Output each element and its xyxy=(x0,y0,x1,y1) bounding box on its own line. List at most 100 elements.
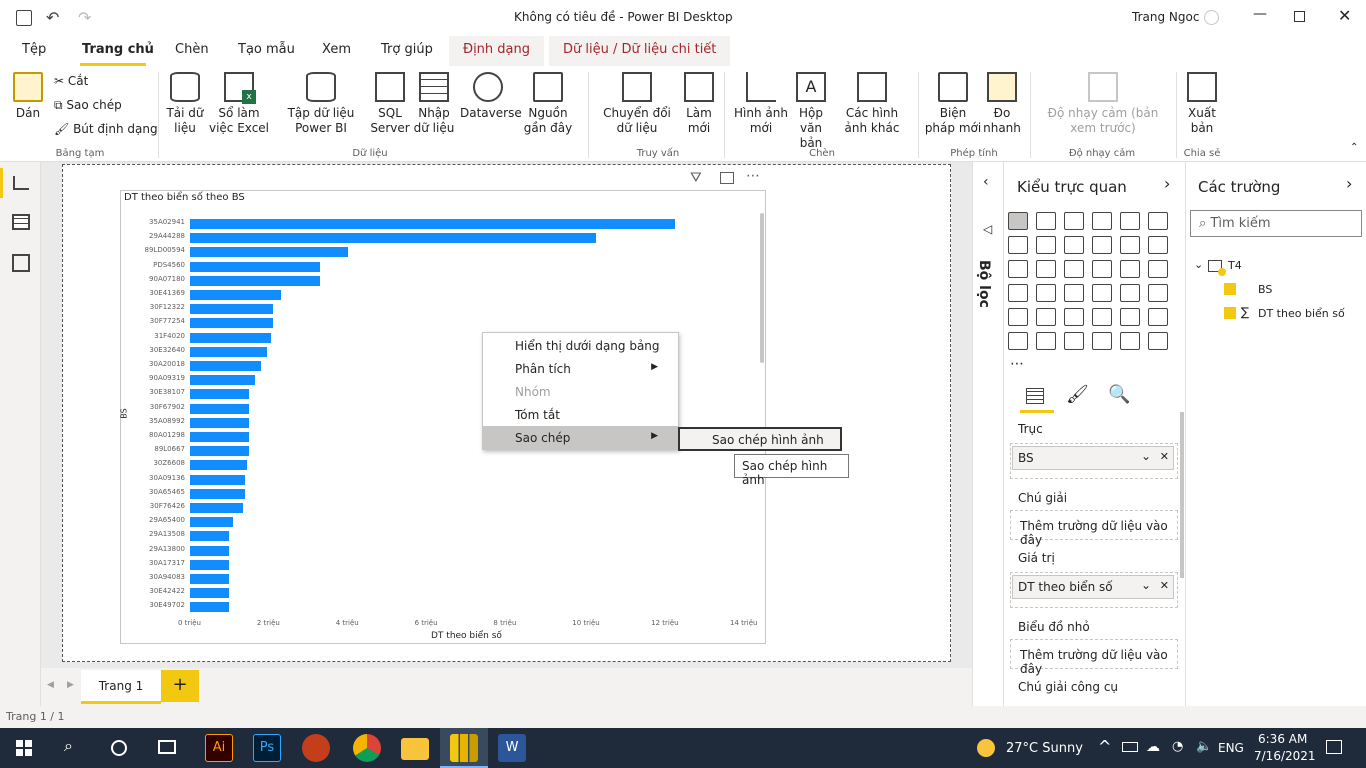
file-explorer-icon[interactable] xyxy=(401,738,429,760)
bar[interactable] xyxy=(190,446,250,457)
user-avatar[interactable] xyxy=(1204,10,1219,25)
clustered-bar-visual-icon[interactable] xyxy=(1064,212,1084,230)
illustrator-icon[interactable]: Ai xyxy=(205,734,233,762)
scroll-left-icon[interactable]: ◀ xyxy=(47,680,54,690)
focus-mode-icon[interactable] xyxy=(720,172,734,184)
new-visual-button[interactable]: Hình ảnh mới xyxy=(734,72,788,136)
line-clustered-visual-icon[interactable] xyxy=(1120,236,1140,254)
bar[interactable] xyxy=(190,304,273,315)
recent-sources-button[interactable]: Nguồn gần đây xyxy=(516,72,580,136)
bar[interactable] xyxy=(190,346,267,357)
publish-button[interactable]: Xuất bản xyxy=(1184,72,1220,136)
format-paint-roller-icon[interactable]: 🖌 xyxy=(1066,384,1089,405)
analytics-magnifier-icon[interactable]: 🔍 xyxy=(1108,384,1130,405)
bar[interactable] xyxy=(190,233,597,244)
more-options-icon[interactable]: ⋯ xyxy=(746,168,760,184)
text-box-button[interactable]: A Hộp văn bản xyxy=(788,72,834,151)
transform-data-button[interactable]: Chuyển đổi dữ liệu xyxy=(594,72,680,136)
key-influencers-visual-icon[interactable] xyxy=(1148,308,1168,326)
menu-item-summarize[interactable]: Tóm tắt xyxy=(483,403,678,426)
powerpoint-icon[interactable] xyxy=(302,734,330,762)
100-bar-visual-icon[interactable] xyxy=(1120,212,1140,230)
pie-visual-icon[interactable] xyxy=(1092,260,1112,278)
bar[interactable] xyxy=(190,247,348,258)
donut-visual-icon[interactable] xyxy=(1120,260,1140,278)
bar[interactable] xyxy=(190,389,250,400)
python-visual-visual-icon[interactable] xyxy=(1120,308,1140,326)
cortana-icon[interactable] xyxy=(111,740,127,756)
stacked-column-visual-icon[interactable] xyxy=(1036,212,1056,230)
page-tab-1[interactable]: Trang 1 xyxy=(81,670,161,704)
undo-icon[interactable]: ↶ xyxy=(46,8,59,27)
collapse-ribbon-icon[interactable]: ⌃ xyxy=(1350,142,1358,153)
notification-icon[interactable] xyxy=(1326,740,1342,754)
windows-start-icon[interactable] xyxy=(16,740,32,756)
word-icon[interactable]: W xyxy=(498,734,526,762)
maximize-icon[interactable] xyxy=(1294,11,1305,22)
matrix-visual-icon[interactable] xyxy=(1064,308,1084,326)
power-apps-visual-icon[interactable] xyxy=(1120,332,1140,350)
slicer-visual-icon[interactable] xyxy=(1008,308,1028,326)
cloud-icon[interactable]: ☁ xyxy=(1146,739,1160,755)
multi-row-card-visual-icon[interactable] xyxy=(1120,284,1140,302)
bar[interactable] xyxy=(190,460,248,471)
bar[interactable] xyxy=(190,602,230,613)
tab-view[interactable]: Xem xyxy=(322,42,351,57)
refresh-button[interactable]: Làm mới xyxy=(682,72,716,136)
volume-icon[interactable]: 🔈 xyxy=(1196,739,1212,754)
bar[interactable] xyxy=(190,531,230,542)
tab-help[interactable]: Trợ giúp xyxy=(381,42,433,57)
copy-button[interactable]: ⧉ Sao chép xyxy=(54,98,122,113)
table-name[interactable]: T4 xyxy=(1228,259,1242,272)
save-icon[interactable] xyxy=(16,10,32,26)
power-automate-visual-icon[interactable] xyxy=(1148,332,1168,350)
kpi-visual-icon[interactable] xyxy=(1148,284,1168,302)
waterfall-visual-icon[interactable] xyxy=(1008,260,1028,278)
redo-icon[interactable]: ↷ xyxy=(78,8,91,27)
scroll-right-icon[interactable]: ▶ xyxy=(67,680,74,690)
sensitivity-button[interactable]: Độ nhạy cảm (bản xem trước) xyxy=(1038,72,1168,136)
excel-button[interactable]: x Sổ làm việc Excel xyxy=(208,72,270,136)
clock-time[interactable]: 6:36 AM xyxy=(1258,732,1307,746)
tab-insert[interactable]: Chèn xyxy=(175,42,209,57)
more-visuals-ellipsis[interactable]: ⋯ xyxy=(1010,356,1024,372)
bar[interactable] xyxy=(190,318,273,329)
tab-file[interactable]: Tệp xyxy=(22,42,46,57)
qa-visual-icon[interactable] xyxy=(1036,332,1056,350)
menu-item-copy[interactable]: Sao chép ▶ xyxy=(483,426,678,449)
gauge-visual-icon[interactable] xyxy=(1064,284,1084,302)
checkbox-icon[interactable] xyxy=(1224,283,1236,295)
submenu-copy-visual[interactable]: Sao chép hình ảnh xyxy=(678,427,842,451)
scrollbar[interactable] xyxy=(760,213,764,363)
more-visuals-button[interactable]: Các hình ảnh khác xyxy=(836,72,908,136)
new-measure-button[interactable]: Biện pháp mới xyxy=(924,72,982,136)
remove-field-icon[interactable]: ✕ xyxy=(1160,450,1169,463)
chevron-down-icon[interactable]: ⌄ xyxy=(1141,578,1151,592)
bar[interactable] xyxy=(190,574,230,584)
chevron-up-icon[interactable]: ^ xyxy=(1098,737,1111,756)
treemap-visual-icon[interactable] xyxy=(1148,260,1168,278)
paste-button[interactable]: Dán xyxy=(10,72,46,121)
quick-measure-button[interactable]: Đo nhanh xyxy=(982,72,1022,136)
task-view-icon[interactable] xyxy=(158,740,176,754)
pane-scrollbar[interactable] xyxy=(1180,412,1184,578)
area-visual-icon[interactable] xyxy=(1036,236,1056,254)
line-column-visual-icon[interactable] xyxy=(1092,236,1112,254)
photoshop-icon[interactable]: Ps xyxy=(253,734,281,762)
bar[interactable] xyxy=(190,417,250,428)
bar[interactable] xyxy=(190,290,281,300)
stacked-area-visual-icon[interactable] xyxy=(1064,236,1084,254)
legend-well[interactable]: Thêm trường dữ liệu vào đây xyxy=(1010,510,1178,547)
filled-map-visual-icon[interactable] xyxy=(1036,284,1056,302)
battery-icon[interactable] xyxy=(1122,742,1138,752)
bar[interactable] xyxy=(190,219,675,229)
data-view-icon[interactable] xyxy=(12,214,30,230)
bar[interactable] xyxy=(190,503,244,513)
bar[interactable] xyxy=(190,275,321,286)
bar[interactable] xyxy=(190,517,234,528)
tab-data-drill[interactable]: Dữ liệu / Dữ liệu chi tiết xyxy=(549,36,731,66)
tab-home[interactable]: Trang chủ xyxy=(82,42,154,57)
chevron-right-icon[interactable]: › xyxy=(1346,174,1352,193)
line-visual-icon[interactable] xyxy=(1008,236,1028,254)
pbi-datasets-button[interactable]: Tập dữ liệu Power BI xyxy=(272,72,370,136)
